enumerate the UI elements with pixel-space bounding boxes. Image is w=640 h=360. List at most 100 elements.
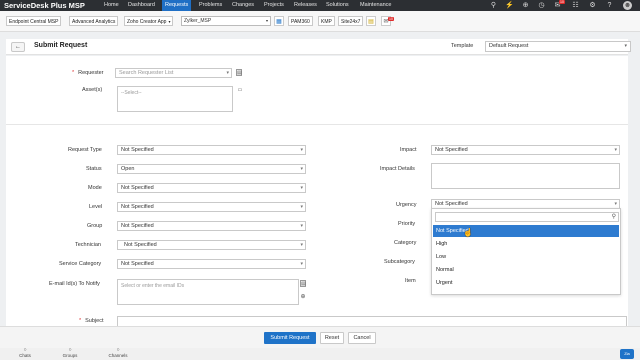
nav-requests[interactable]: Requests — [162, 0, 192, 11]
subcategory-label: Subcategory — [384, 259, 415, 265]
cancel-button[interactable]: Cancel — [348, 332, 376, 344]
request-form: Requester Search Requester List ▤ Asset(… — [6, 56, 628, 326]
subject-input[interactable] — [117, 316, 627, 326]
subject-label-text: Subject — [85, 318, 104, 324]
chevron-down-icon: ▾ — [265, 18, 268, 23]
impact-details-input[interactable] — [431, 163, 620, 189]
item-label: Item — [405, 278, 416, 284]
priority-label: Priority — [398, 221, 416, 227]
urgency-option-high[interactable]: High — [433, 238, 619, 250]
notification-count-badge: 10 — [559, 0, 565, 4]
technician-select[interactable]: Not Specified — [117, 240, 306, 250]
assets-placeholder: --Select-- — [121, 90, 142, 96]
urgency-option-not-specified[interactable]: Not Specified — [433, 225, 619, 237]
subject-label: Subject — [79, 318, 104, 324]
nav-dashboard[interactable]: Dashboard — [125, 0, 158, 11]
impact-label: Impact — [400, 147, 417, 153]
asset-link-icon[interactable]: ▭ — [237, 87, 243, 94]
nav-changes[interactable]: Changes — [229, 0, 257, 11]
bottom-chat-bar: ○ Chats ○ Groups ○ Channels — [0, 348, 640, 360]
nav-maintenance[interactable]: Maintenance — [357, 0, 395, 11]
technician-label: Technician — [75, 242, 101, 248]
urgency-option-low[interactable]: Low — [433, 251, 619, 263]
quick-actions-icon[interactable]: ⚡ — [505, 1, 514, 10]
reminder-icon[interactable]: ◷ — [537, 1, 546, 10]
status-select[interactable]: Open — [117, 164, 306, 174]
request-type-select[interactable]: Not Specified — [117, 145, 306, 155]
mouse-pointer-icon: ☝ — [463, 228, 473, 237]
request-type-label: Request Type — [68, 147, 102, 153]
integrations-toolbar: Endpoint Central MSP Advanced Analytics … — [0, 11, 640, 32]
requester-input[interactable]: Search Requester List — [115, 68, 232, 78]
submit-request-button[interactable]: Submit Request — [264, 332, 316, 344]
zia-assistant-button[interactable]: Zia — [620, 349, 634, 359]
requester-label-text: Requester — [78, 70, 104, 76]
service-category-select[interactable]: Not Specified — [117, 259, 306, 269]
impact-details-label: Impact Details — [380, 166, 415, 172]
user-avatar[interactable]: ☻ — [623, 1, 632, 10]
nav-home[interactable]: Home — [101, 0, 122, 11]
account-select[interactable]: Zylker_MSP ▾ — [181, 16, 271, 26]
account-info-icon[interactable]: ▦ — [274, 16, 284, 26]
nav-projects[interactable]: Projects — [261, 0, 287, 11]
form-footer: Submit Request Reset Cancel — [0, 326, 640, 348]
group-label: Group — [87, 223, 103, 229]
back-arrow-icon[interactable]: ← — [11, 42, 25, 52]
advanced-analytics-button[interactable]: Advanced Analytics — [69, 16, 119, 26]
email-notify-input[interactable]: Select or enter the email IDs — [117, 279, 299, 305]
assets-select[interactable]: --Select-- — [117, 86, 233, 112]
nav-releases[interactable]: Releases — [291, 0, 320, 11]
page-title: Submit Request — [34, 42, 88, 49]
announcement-badge: 10 — [388, 17, 394, 21]
search-icon[interactable]: ⚲ — [489, 1, 498, 10]
kmp-button[interactable]: KMP — [318, 16, 335, 26]
section-divider — [6, 124, 628, 125]
notes-icon[interactable]: ▤ — [366, 16, 376, 26]
groups-tab[interactable]: ○ Groups — [60, 348, 80, 359]
account-select-value: Zylker_MSP — [184, 18, 212, 24]
requester-list-icon[interactable]: ▤ — [236, 69, 242, 76]
urgency-option-normal[interactable]: Normal — [433, 264, 619, 276]
endpoint-central-button[interactable]: Endpoint Central MSP — [6, 16, 62, 26]
dropdown-search-input[interactable]: ⚲ — [435, 212, 619, 222]
email-notify-placeholder: Select or enter the email IDs — [121, 283, 185, 289]
group-select[interactable]: Not Specified — [117, 221, 306, 231]
chats-tab[interactable]: ○ Chats — [15, 348, 35, 359]
channels-tab[interactable]: ○ Channels — [106, 348, 130, 359]
nav-solutions[interactable]: Solutions — [323, 0, 352, 11]
nav-problems[interactable]: Problems — [196, 0, 225, 11]
search-icon: ⚲ — [611, 214, 616, 220]
apps-icon[interactable]: ☷ — [571, 1, 580, 10]
add-email-icon[interactable]: ⊕ — [300, 294, 306, 301]
requester-label: Requester — [72, 70, 104, 76]
email-notify-label: E-mail Id(s) To Notify — [49, 281, 100, 287]
address-book-icon[interactable]: ▤ — [300, 280, 306, 287]
add-icon[interactable]: ⊕ — [521, 1, 530, 10]
brand-logo[interactable]: ServiceDesk Plus MSP — [4, 1, 85, 10]
groups-label: Groups — [62, 353, 78, 358]
template-select[interactable]: Default Request — [485, 41, 631, 52]
reset-button[interactable]: Reset — [320, 332, 344, 344]
impact-select[interactable]: Not Specified — [431, 145, 620, 155]
service-category-label: Service Category — [59, 261, 102, 267]
status-label: Status — [86, 166, 102, 172]
top-nav: ServiceDesk Plus MSP Home Dashboard Requ… — [0, 0, 640, 11]
level-select[interactable]: Not Specified — [117, 202, 306, 212]
urgency-option-urgent[interactable]: Urgent — [433, 277, 619, 289]
level-label: Level — [89, 204, 103, 210]
settings-gear-icon[interactable]: ⚙ — [588, 1, 597, 10]
zoho-creator-dropdown[interactable]: Zoho Creator App — [124, 16, 174, 26]
category-label: Category — [394, 240, 417, 246]
urgency-dropdown: ⚲ Not Specified High Low Normal Urgent — [431, 208, 621, 295]
urgency-label: Urgency — [396, 202, 417, 208]
mode-label: Mode — [88, 185, 102, 191]
assets-label: Asset(s) — [82, 87, 103, 93]
channels-label: Channels — [108, 353, 128, 358]
submit-request-header: ← Submit Request Template Default Reques… — [6, 39, 631, 55]
help-icon[interactable]: ? — [605, 1, 614, 10]
pam360-button[interactable]: PAM360 — [288, 16, 313, 26]
site24x7-button[interactable]: Site24x7 — [338, 16, 364, 26]
chats-label: Chats — [19, 353, 31, 358]
template-label: Template — [451, 43, 474, 49]
mode-select[interactable]: Not Specified — [117, 183, 306, 193]
